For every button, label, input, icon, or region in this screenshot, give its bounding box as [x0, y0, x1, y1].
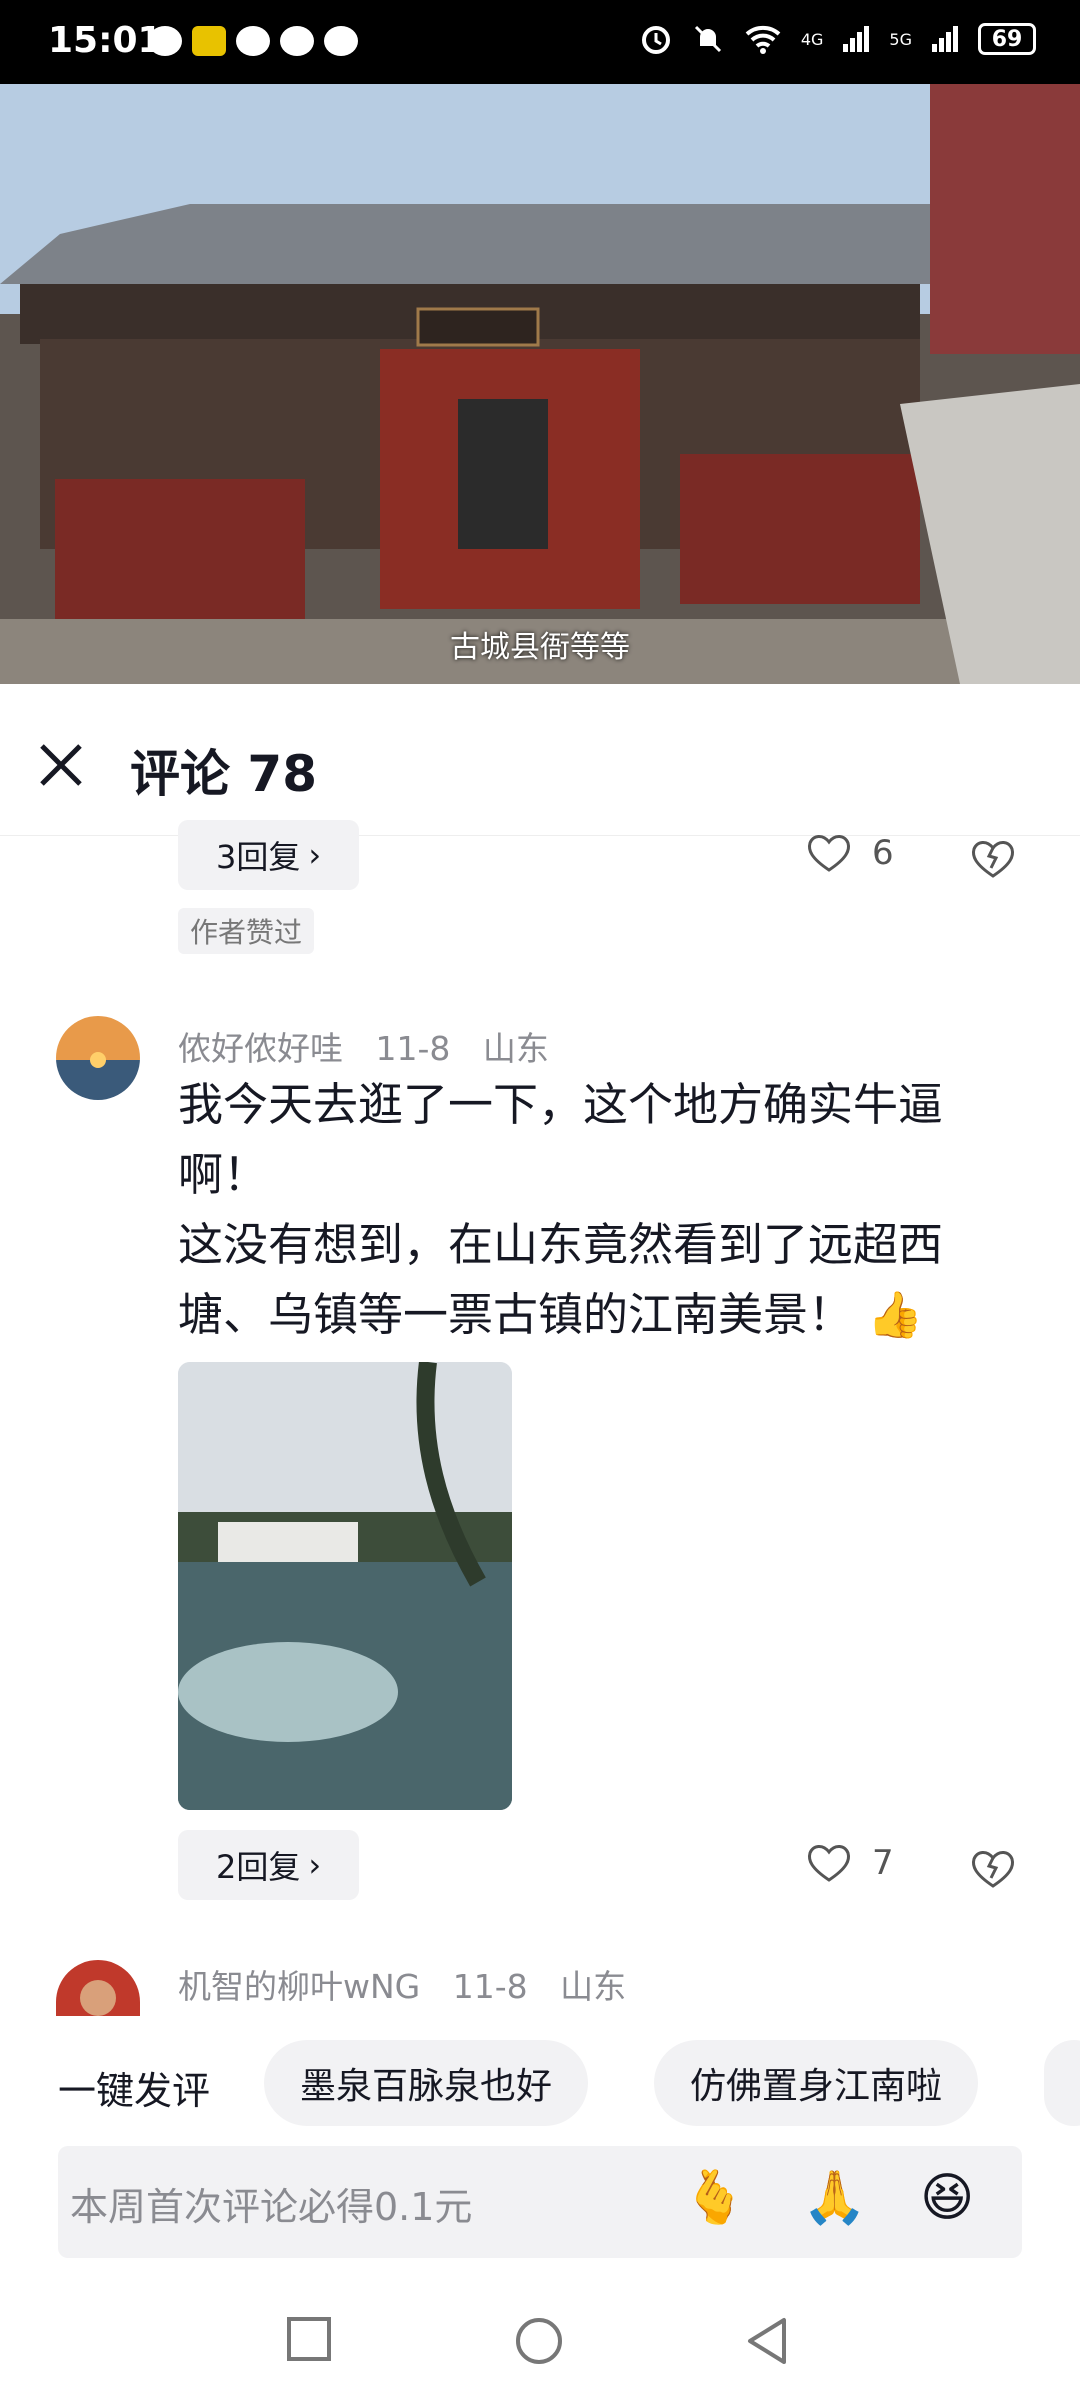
- recent-apps-icon[interactable]: [286, 2316, 332, 2362]
- comment-location: 山东: [560, 1967, 627, 2006]
- mute-bell-icon: [694, 25, 721, 53]
- username[interactable]: 机智的柳叶wNG: [178, 1967, 420, 2006]
- quick-reply-bar: 一键发评 墨泉百脉泉也好 仿佛置身江南啦: [0, 2040, 1080, 2128]
- video-player[interactable]: 古城县衙等等: [0, 84, 1080, 684]
- comment-text[interactable]: 我今天去逛了一下，这个地方确实牛逼啊！ 这没有想到，在山东竟然看到了远超西塘、乌…: [178, 1070, 1018, 1350]
- comment-input[interactable]: 本周首次评论必得0.1元 🫰 🙏 😆: [58, 2146, 1022, 2258]
- status-time: 15:01: [48, 20, 163, 61]
- hand-icon: [280, 26, 314, 56]
- notification-icons: [148, 26, 358, 56]
- wechat-icon: [148, 26, 182, 56]
- signal-icon-2: [932, 26, 958, 52]
- like-button[interactable]: 7: [806, 1842, 894, 1884]
- comment-meta: 机智的柳叶wNG 11-8 山东: [178, 1960, 626, 2008]
- reply-count-label: 2回复: [216, 1848, 301, 1886]
- dislike-icon[interactable]: [968, 832, 1018, 882]
- comment-image[interactable]: [178, 1362, 512, 1810]
- video-frame-temple: [0, 84, 1080, 684]
- quick-reply-chip-partial[interactable]: [1044, 2040, 1080, 2126]
- finger-heart-emoji-button[interactable]: 🫰: [682, 2168, 747, 2228]
- avatar[interactable]: [56, 1016, 140, 1100]
- view-replies-button[interactable]: 2回复 ›: [178, 1830, 360, 1900]
- quick-reply-chip[interactable]: 仿佛置身江南啦: [654, 2040, 979, 2126]
- quick-reply-chip[interactable]: 墨泉百脉泉也好: [264, 2040, 589, 2126]
- app-notification-icon: [192, 26, 226, 56]
- signal-icon: [843, 26, 870, 52]
- video-subtitle: 古城县衙等等: [450, 630, 630, 665]
- heart-icon: [808, 835, 850, 872]
- comments-header: 评论 78: [0, 686, 1080, 836]
- wifi-icon: [745, 25, 781, 54]
- author-liked-badge: 作者赞过: [178, 908, 315, 954]
- comment-date: 11-8: [375, 1029, 451, 1068]
- chevron-right-icon: ›: [308, 1846, 322, 1884]
- avatar[interactable]: [56, 1960, 140, 2016]
- view-replies-button[interactable]: 3回复 ›: [178, 820, 360, 890]
- dislike-icon[interactable]: [968, 1842, 1018, 1892]
- back-icon[interactable]: [744, 2316, 790, 2366]
- username[interactable]: 侬好侬好哇: [178, 1029, 343, 1068]
- like-count: 6: [872, 833, 894, 873]
- comment-input-placeholder: 本周首次评论必得0.1元: [70, 2185, 473, 2229]
- laugh-emoji-button[interactable]: 😆: [920, 2168, 974, 2228]
- comment-meta: 侬好侬好哇 11-8 山东: [178, 1022, 549, 1070]
- network-4g-label: 4G: [800, 29, 824, 49]
- battery-indicator: 69: [978, 23, 1036, 55]
- reply-count-label: 3回复: [216, 838, 301, 876]
- network-5g-label: 5G: [889, 29, 912, 49]
- like-button[interactable]: 6: [806, 832, 894, 874]
- comment-location: 山东: [482, 1029, 549, 1068]
- comment-text-line: 这没有想到，在山东竟然看到了远超西塘、乌镇等一票古镇的江南美景！ 👍: [178, 1218, 944, 1341]
- close-icon[interactable]: [36, 740, 86, 790]
- system-nav-bar: [0, 2290, 1080, 2400]
- alarm-icon: [641, 26, 670, 54]
- heart-icon: [808, 1845, 850, 1882]
- comments-sheet: 评论 78 3回复 › 6 作者赞过 侬好侬好哇 11-8 山东 我今天去逛了一…: [0, 686, 1080, 2400]
- message-icon: [236, 26, 270, 56]
- comment-date: 11-8: [452, 1967, 528, 2006]
- chat-icon: [324, 26, 358, 56]
- thumbs-up-emoji: 👍: [867, 1288, 924, 1341]
- comment-text-line: 我今天去逛了一下，这个地方确实牛逼啊！: [178, 1078, 944, 1201]
- like-count: 7: [872, 1843, 894, 1883]
- comments-title: 评论 78: [130, 745, 317, 803]
- pray-emoji-button[interactable]: 🙏: [802, 2168, 867, 2228]
- status-bar: 15:01 4G 5G 69: [0, 0, 1080, 84]
- home-icon[interactable]: [514, 2316, 564, 2366]
- chevron-right-icon: ›: [308, 836, 322, 874]
- quick-reply-label: 一键发评: [58, 2069, 211, 2113]
